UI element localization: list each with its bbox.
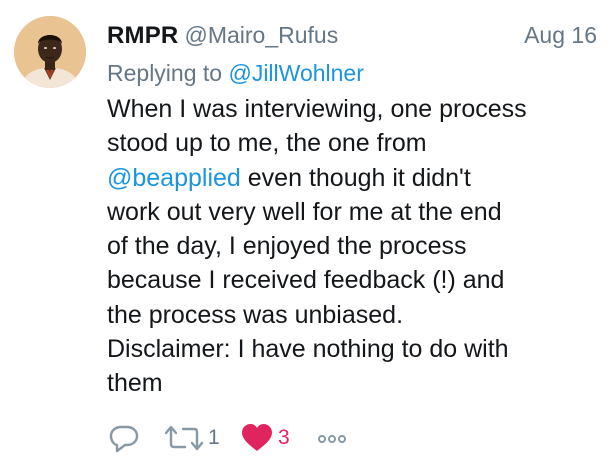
replying-to-mention[interactable]: @JillWohlner [228,60,363,86]
author-name[interactable]: RMPR [107,22,178,49]
tweet-text-line: Disclaimer: I have nothing to do with [107,335,509,364]
tweet-text-line: because I received feedback (!) and [107,266,505,295]
tweet-text-line: of the day, I enjoyed the process [107,232,467,261]
tweet-text-line: When I was interviewing, one process [107,95,527,123]
reply-button[interactable] [108,420,140,456]
tweet-text-line: work out very well for me at the end [107,197,502,226]
tweet-text-fragment: even though it didn't [247,163,471,192]
avatar[interactable] [14,16,86,88]
tweet-text-line: the process was unbiased. [107,300,404,329]
retweet-count: 1 [208,426,220,449]
tweet: RMPR @Mairo_Rufus Aug 16 Replying to @Jil… [0,0,614,474]
tweet-text: When I was interviewing, one process sto… [107,92,607,401]
more-options-button[interactable] [316,420,348,456]
like-button[interactable]: 3 [240,420,290,456]
more-options-icon [316,422,348,454]
tweet-text-line: stood up to me, the one from [107,129,427,158]
mention-link[interactable]: @beapplied [107,164,241,192]
author-handle[interactable]: @Mairo_Rufus [184,22,338,48]
retweet-icon [164,422,204,454]
tweet-date[interactable]: Aug 16 [524,22,597,49]
replying-label: Replying to [107,60,229,86]
heart-icon [240,422,274,454]
tweet-text-line: them [107,369,163,398]
tweet-text-line: @beapplied even though it didn't [107,161,607,195]
tweet-header: RMPR @Mairo_Rufus Aug 16 [107,22,597,54]
tweet-actions: 1 3 [108,420,428,456]
retweet-button[interactable]: 1 [164,420,220,456]
replying-to: Replying to @JillWohlner [107,60,364,87]
reply-icon [108,422,140,454]
like-count: 3 [278,426,290,449]
